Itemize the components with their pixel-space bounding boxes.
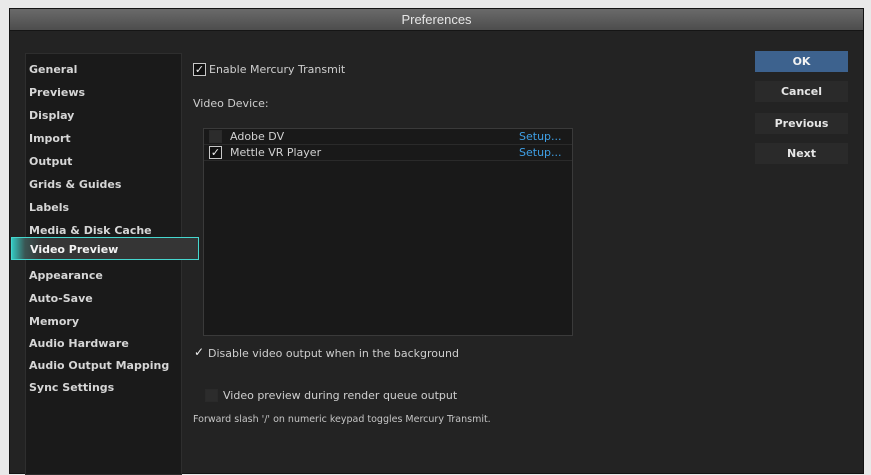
previous-button[interactable]: Previous [755,113,848,134]
adobe-dv-setup-link[interactable]: Setup... [519,130,562,143]
adobe-dv-checkbox[interactable] [209,130,222,143]
sidebar-item-memory[interactable]: Memory [26,310,181,333]
mettle-vr-player-checkbox[interactable]: ✓ [209,146,222,159]
device-row-mettle-vr-player[interactable]: ✓ Mettle VR Player Setup... [204,145,572,161]
ok-button[interactable]: OK [755,51,848,72]
sidebar-item-sync-settings[interactable]: Sync Settings [26,376,181,399]
preferences-window: Preferences General Previews Display Imp… [9,8,864,475]
cancel-button[interactable]: Cancel [755,81,848,102]
next-button[interactable]: Next [755,143,848,164]
disable-background-output-label: Disable video output when in the backgro… [208,347,459,360]
sidebar-item-appearance[interactable]: Appearance [26,264,181,287]
render-queue-preview-checkbox[interactable] [205,389,218,402]
sidebar-item-import[interactable]: Import [26,127,181,150]
preferences-sidebar: General Previews Display Import Output G… [11,53,199,475]
mettle-vr-player-setup-link[interactable]: Setup... [519,146,562,159]
enable-mercury-transmit-checkbox[interactable]: ✓ [193,63,206,76]
enable-mercury-transmit-label: Enable Mercury Transmit [209,63,346,76]
sidebar-item-display[interactable]: Display [26,104,181,127]
sidebar-item-grids-guides[interactable]: Grids & Guides [26,173,181,196]
sidebar-item-previews[interactable]: Previews [26,81,181,104]
disable-background-output-checkbox[interactable]: ✓ [194,345,204,359]
video-device-list: Adobe DV Setup... ✓ Mettle VR Player Set… [203,128,573,336]
sidebar-item-auto-save[interactable]: Auto-Save [26,287,181,310]
device-name: Mettle VR Player [230,146,322,159]
sidebar-item-audio-hardware[interactable]: Audio Hardware [26,332,181,355]
video-device-label: Video Device: [193,97,269,110]
title-bar[interactable]: Preferences [10,9,863,31]
sidebar-item-output[interactable]: Output [26,150,181,173]
sidebar-item-labels[interactable]: Labels [26,196,181,219]
render-queue-preview-label: Video preview during render queue output [223,389,458,402]
sidebar-item-audio-output-mapping[interactable]: Audio Output Mapping [26,354,181,377]
video-preview-panel: ✓ Enable Mercury Transmit Video Device: … [190,53,750,473]
mercury-transmit-note: Forward slash '/' on numeric keypad togg… [193,414,491,425]
sidebar-item-video-preview[interactable]: Video Preview [11,237,199,260]
sidebar-item-general[interactable]: General [26,58,181,81]
device-row-adobe-dv[interactable]: Adobe DV Setup... [204,129,572,145]
window-title: Preferences [401,12,472,27]
device-name: Adobe DV [230,130,285,143]
